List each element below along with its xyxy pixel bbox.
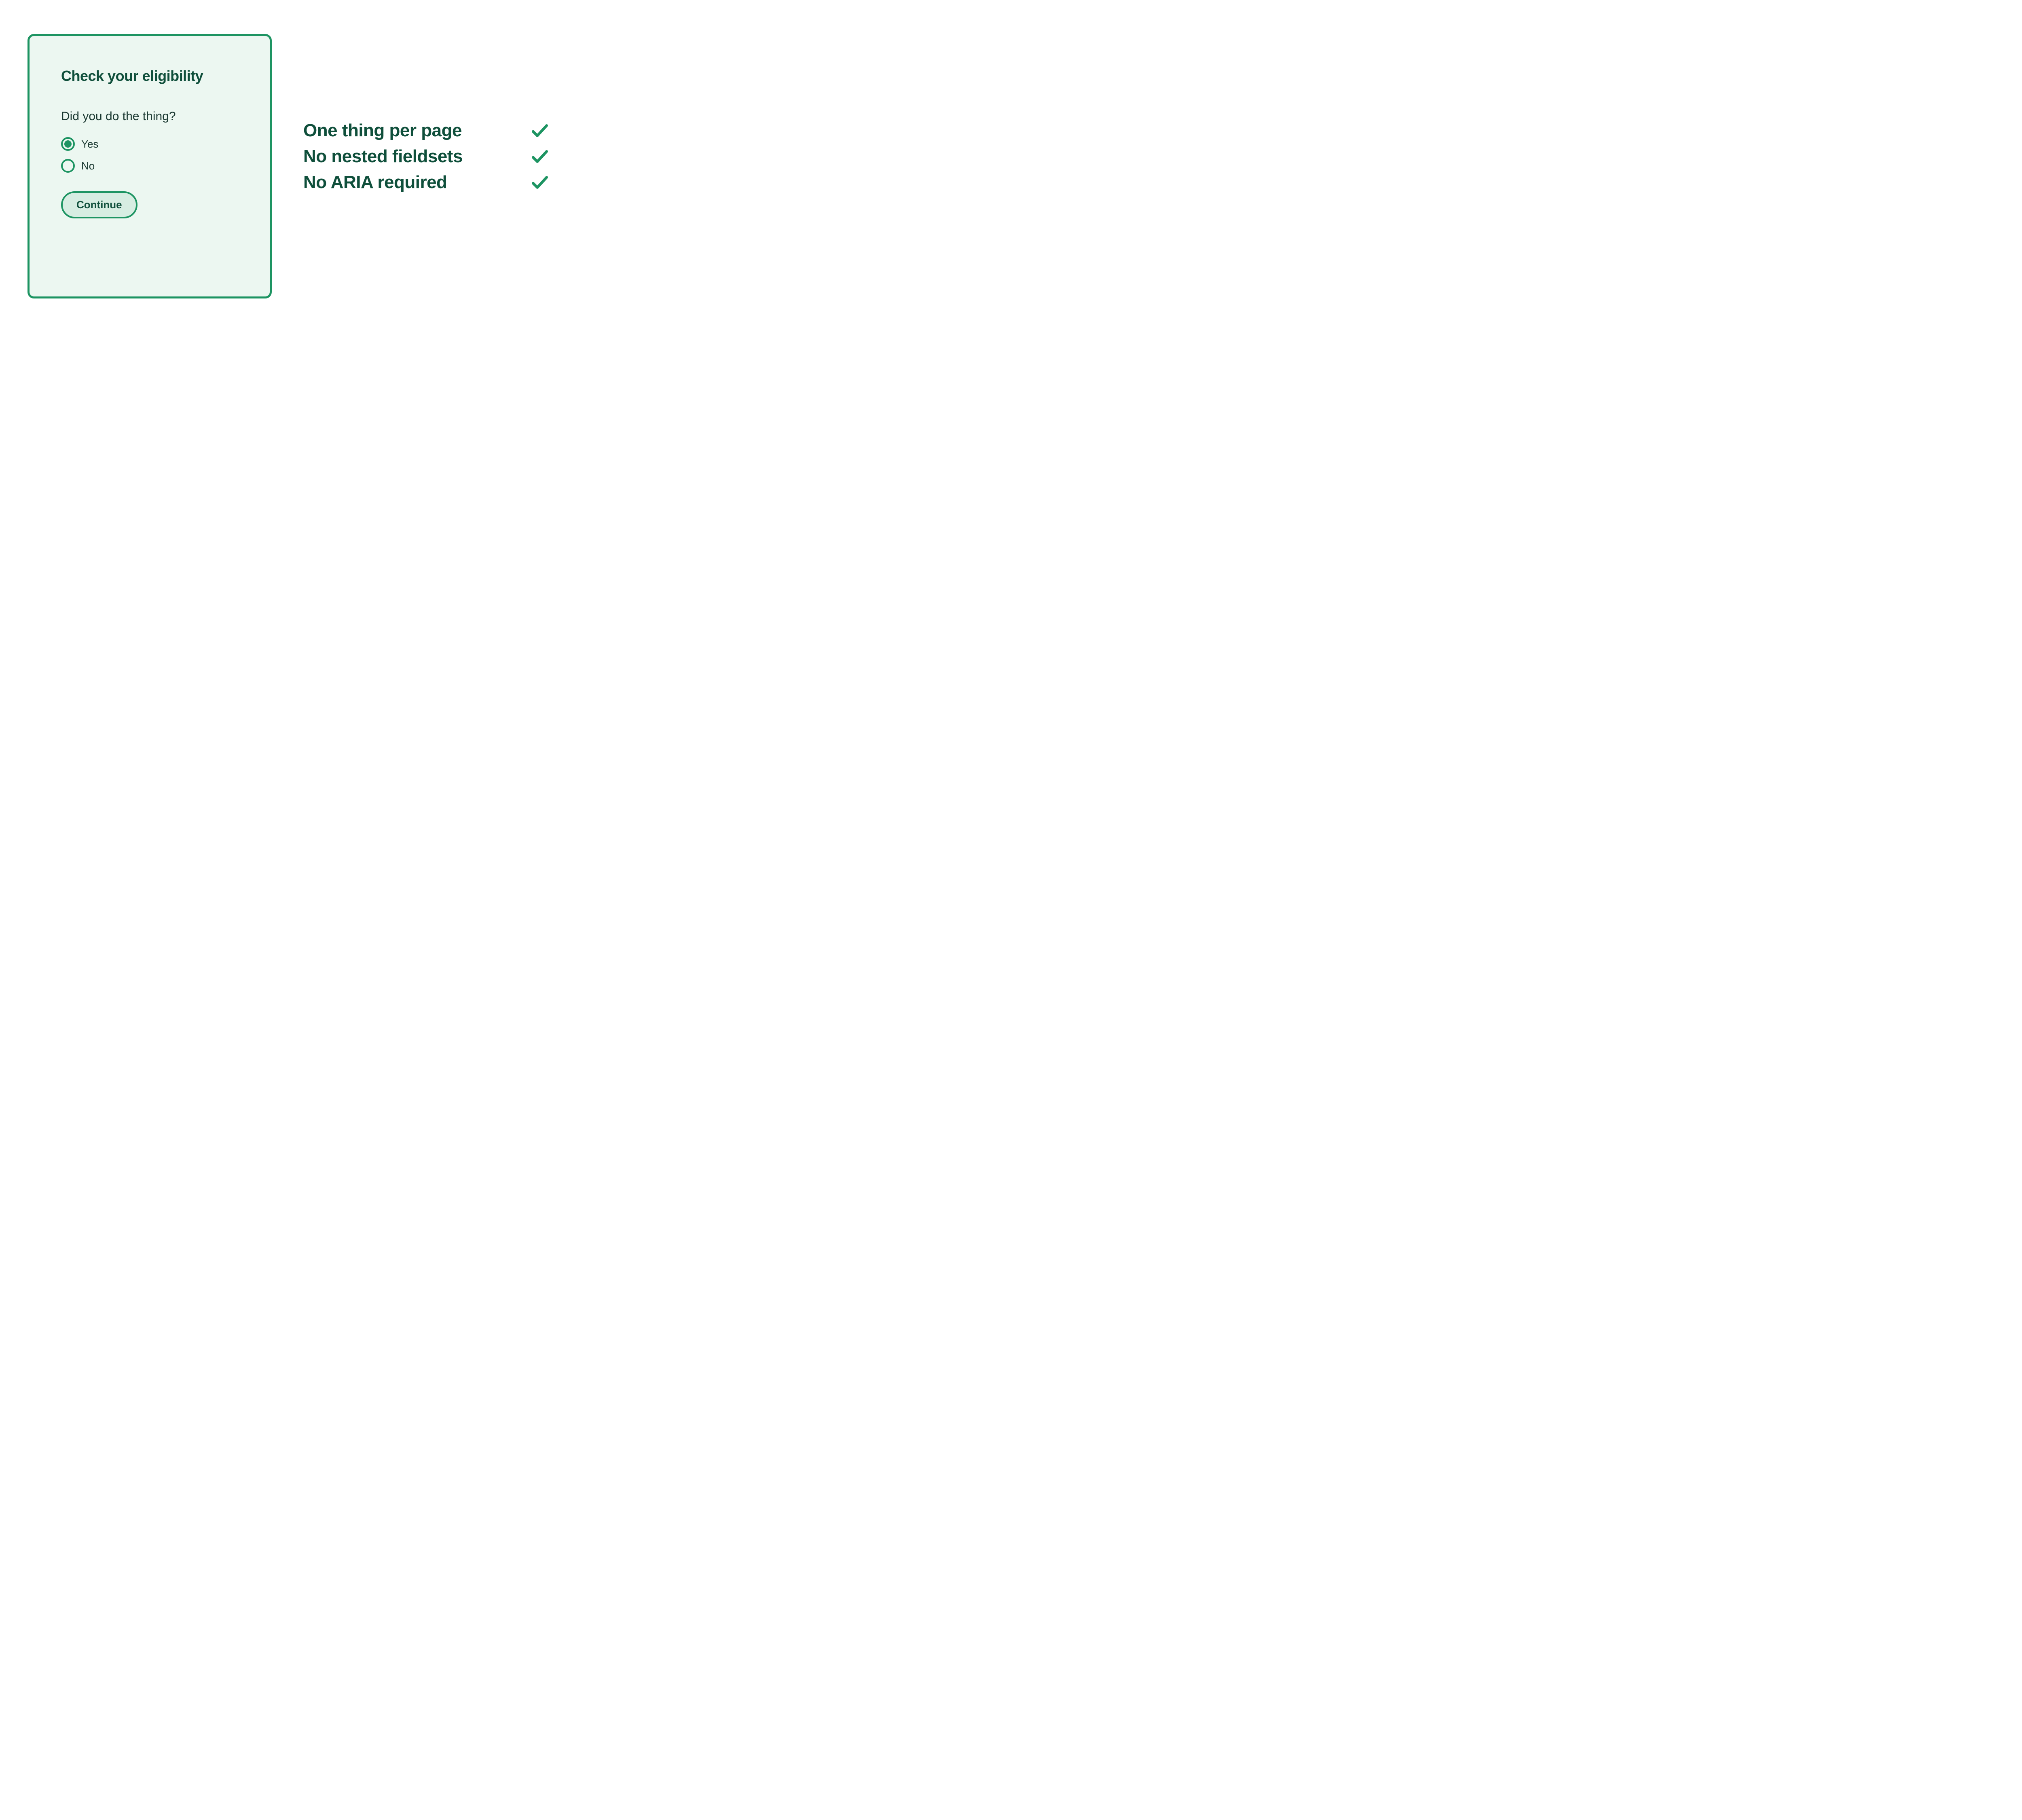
checklist: One thing per page No nested fieldsets N… [303, 121, 550, 198]
eligibility-panel: Check your eligibility Did you do the th… [27, 34, 272, 298]
radio-group: Yes No [61, 137, 238, 173]
checklist-item-label: No ARIA required [303, 172, 447, 193]
question-text: Did you do the thing? [61, 110, 238, 123]
checklist-item-label: No nested fieldsets [303, 146, 463, 167]
checklist-item: No ARIA required [303, 172, 550, 193]
radio-option-yes[interactable]: Yes [61, 137, 238, 151]
radio-label-no: No [81, 160, 95, 172]
panel-title: Check your eligibility [61, 68, 238, 85]
checkmark-icon [530, 146, 550, 167]
checkmark-icon [530, 172, 550, 193]
checkmark-icon [530, 121, 550, 141]
continue-button[interactable]: Continue [61, 191, 137, 218]
radio-label-yes: Yes [81, 138, 98, 150]
radio-icon [61, 137, 75, 151]
checklist-item-label: One thing per page [303, 121, 462, 141]
checklist-item: One thing per page [303, 121, 550, 141]
radio-selected-dot [64, 140, 72, 148]
radio-option-no[interactable]: No [61, 159, 238, 173]
checklist-item: No nested fieldsets [303, 146, 550, 167]
radio-icon [61, 159, 75, 173]
